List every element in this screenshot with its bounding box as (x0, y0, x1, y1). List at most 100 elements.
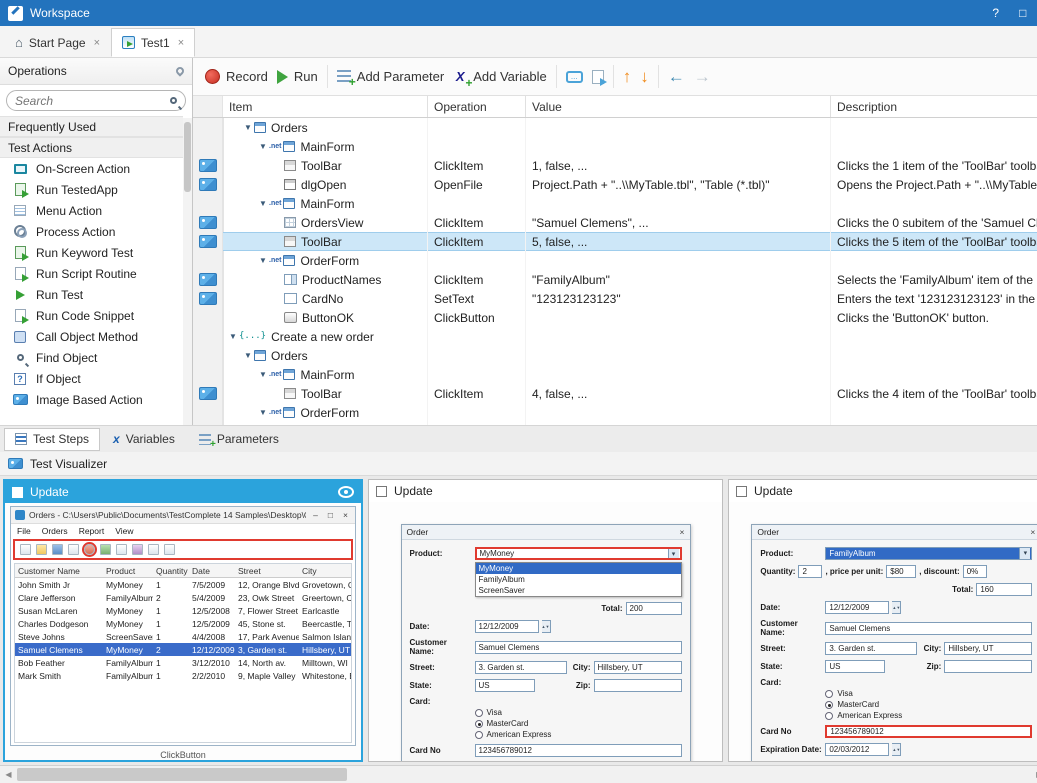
test-step-row[interactable]: ToolBarClickItem1, false, ...Clicks the … (193, 156, 1037, 175)
run-button[interactable]: Run (277, 69, 318, 84)
orders-cell: 1 (153, 619, 189, 629)
sidebar-item-run-testedapp[interactable]: Run TestedApp (0, 179, 183, 200)
test-step-row[interactable]: ▼.netOrderForm (193, 403, 1037, 422)
search-box (6, 90, 186, 111)
update-checkbox[interactable] (12, 487, 23, 498)
state-label: State: (760, 662, 822, 671)
item-name: ButtonOK (302, 311, 354, 325)
collapse-icon[interactable]: ▼ (242, 351, 254, 360)
scrollbar-thumb[interactable] (17, 768, 347, 781)
sidebar-item-find-object[interactable]: Find Object (0, 347, 183, 368)
item-cell: ButtonOK (223, 308, 428, 327)
maximize-button[interactable]: □ (1013, 6, 1033, 20)
update-checkbox[interactable] (376, 486, 387, 497)
column-item[interactable]: Item (223, 96, 428, 117)
test-step-row[interactable]: CardNoSetText"123123123123"Enters the te… (193, 289, 1037, 308)
tab-parameters[interactable]: Parameters (188, 428, 290, 451)
sidebar-item-on-screen-action[interactable]: On-Screen Action (0, 158, 183, 179)
tab-start-page[interactable]: ⌂ Start Page × (4, 28, 111, 57)
test-step-row[interactable]: ProductNamesClickItem"FamilyAlbum"Select… (193, 270, 1037, 289)
test-step-row[interactable]: OrdersViewClickItem"Samuel Clemens", ...… (193, 213, 1037, 232)
visualizer-thumbnail-icon[interactable] (199, 273, 217, 286)
section-header-frequently-used[interactable]: Frequently Used (0, 116, 183, 137)
test-step-row[interactable]: dlgOpenOpenFileProject.Path + "..\\MyTab… (193, 175, 1037, 194)
test-step-row[interactable]: ProductNamesClickItem"ScreenSaver"Select… (193, 422, 1037, 425)
sidebar-item-image-based-action[interactable]: Image Based Action (0, 389, 183, 410)
help-button[interactable]: ? (986, 6, 1006, 20)
collapse-icon[interactable]: ▼ (257, 142, 269, 151)
test-step-row[interactable]: ▼.netOrderForm (193, 251, 1037, 270)
close-tab-icon[interactable]: × (94, 37, 100, 49)
sidebar-item-menu-action[interactable]: Menu Action (0, 200, 183, 221)
operation-cell: OpenFile (428, 175, 526, 194)
section-header-test-actions[interactable]: Test Actions (0, 137, 183, 158)
move-down-button[interactable]: ↓ (640, 68, 649, 85)
order-dialog: Order × Product: FamilyAlbum Quantity: 2… (751, 524, 1037, 761)
test-step-row[interactable]: ButtonOKClickButtonClicks the 'ButtonOK'… (193, 308, 1037, 327)
test-step-row[interactable]: ▼{...}Create a new order (193, 327, 1037, 346)
visualizer-frame-1[interactable]: Update Orders - C:\Users\Public\Document… (3, 479, 363, 762)
scroll-right-icon[interactable]: ▶ (1031, 766, 1037, 783)
indent-left-button[interactable]: ← (668, 68, 685, 85)
test-step-row[interactable]: ToolBarClickItem5, false, ...Clicks the … (193, 232, 1037, 251)
record-button[interactable]: Record (205, 69, 268, 84)
column-value[interactable]: Value (526, 96, 831, 117)
collapse-icon[interactable]: ▼ (257, 370, 269, 379)
visualizer-thumbnail-icon[interactable] (199, 387, 217, 400)
move-up-button[interactable]: ↑ (623, 68, 632, 85)
pin-icon[interactable] (174, 65, 185, 76)
tab-test1[interactable]: Test1 × (111, 28, 195, 57)
sidebar-scrollbar[interactable] (183, 118, 192, 425)
collapse-icon[interactable]: ▼ (257, 256, 269, 265)
tab-variables[interactable]: x Variables (102, 428, 186, 451)
search-input[interactable] (15, 94, 164, 108)
update-checkbox[interactable] (736, 486, 747, 497)
scroll-left-icon[interactable]: ◀ (0, 766, 17, 783)
visualizer-thumbnail-icon[interactable] (199, 235, 217, 248)
collapse-icon[interactable]: ▼ (227, 332, 239, 341)
item-name: MainForm (300, 140, 354, 154)
column-description[interactable]: Description (831, 96, 1037, 117)
screenshot-order-dialog-dropdown: Order × Product: MyMoney MyMoney FamilyA… (369, 502, 722, 761)
collapse-icon[interactable]: ▼ (242, 123, 254, 132)
visualizer-thumbnail-icon[interactable] (199, 292, 217, 305)
visualizer-frame-3[interactable]: Update Order × Product: FamilyAlbum Qua (728, 479, 1037, 762)
orders-row: Clare JeffersonFamilyAlbum25/4/200923, O… (15, 591, 351, 604)
test-step-row[interactable]: ▼.netMainForm (193, 137, 1037, 156)
sidebar-item-run-test[interactable]: Run Test (0, 284, 183, 305)
add-parameter-button[interactable]: Add Parameter (337, 69, 444, 84)
column-operation[interactable]: Operation (428, 96, 526, 117)
orders-cell: 7, Flower Street (235, 606, 299, 616)
test-step-row[interactable]: ▼.netMainForm (193, 365, 1037, 384)
visualizer-frame-2[interactable]: Update Order × Product: MyMoney MyMoney (368, 479, 723, 762)
close-tab-icon[interactable]: × (178, 37, 184, 49)
collapse-icon[interactable]: ▼ (257, 199, 269, 208)
zip-field (944, 660, 1032, 673)
operation-cell (428, 365, 526, 384)
orders-app-toolbar-highlighted (13, 539, 353, 560)
sidebar-item-run-script-routine[interactable]: Run Script Routine (0, 263, 183, 284)
visualizer-thumbnail-icon[interactable] (199, 159, 217, 172)
run-selected-button[interactable] (592, 70, 604, 84)
sidebar-item-if-object[interactable]: ?If Object (0, 368, 183, 389)
keyword-icon (12, 245, 28, 261)
visualizer-thumbnail-icon[interactable] (199, 216, 217, 229)
add-comment-button[interactable]: ... (566, 71, 583, 83)
horizontal-scrollbar[interactable]: ◀ ▶ › (0, 765, 1037, 783)
window-icon (283, 255, 295, 266)
indent-right-button[interactable]: → (694, 68, 1037, 85)
operation-cell (428, 327, 526, 346)
tab-test-steps[interactable]: Test Steps (4, 428, 100, 451)
test-step-row[interactable]: ToolBarClickItem4, false, ...Clicks the … (193, 384, 1037, 403)
visualizer-thumbnail-icon[interactable] (199, 178, 217, 191)
sidebar-item-call-object-method[interactable]: Call Object Method (0, 326, 183, 347)
sidebar-item-process-action[interactable]: Process Action (0, 221, 183, 242)
test-step-row[interactable]: ▼Orders (193, 346, 1037, 365)
view-image-icon[interactable] (338, 486, 354, 498)
add-variable-button[interactable]: X Add Variable (453, 69, 546, 84)
collapse-icon[interactable]: ▼ (257, 408, 269, 417)
sidebar-item-run-keyword-test[interactable]: Run Keyword Test (0, 242, 183, 263)
test-step-row[interactable]: ▼.netMainForm (193, 194, 1037, 213)
test-step-row[interactable]: ▼Orders (193, 118, 1037, 137)
sidebar-item-run-code-snippet[interactable]: Run Code Snippet (0, 305, 183, 326)
